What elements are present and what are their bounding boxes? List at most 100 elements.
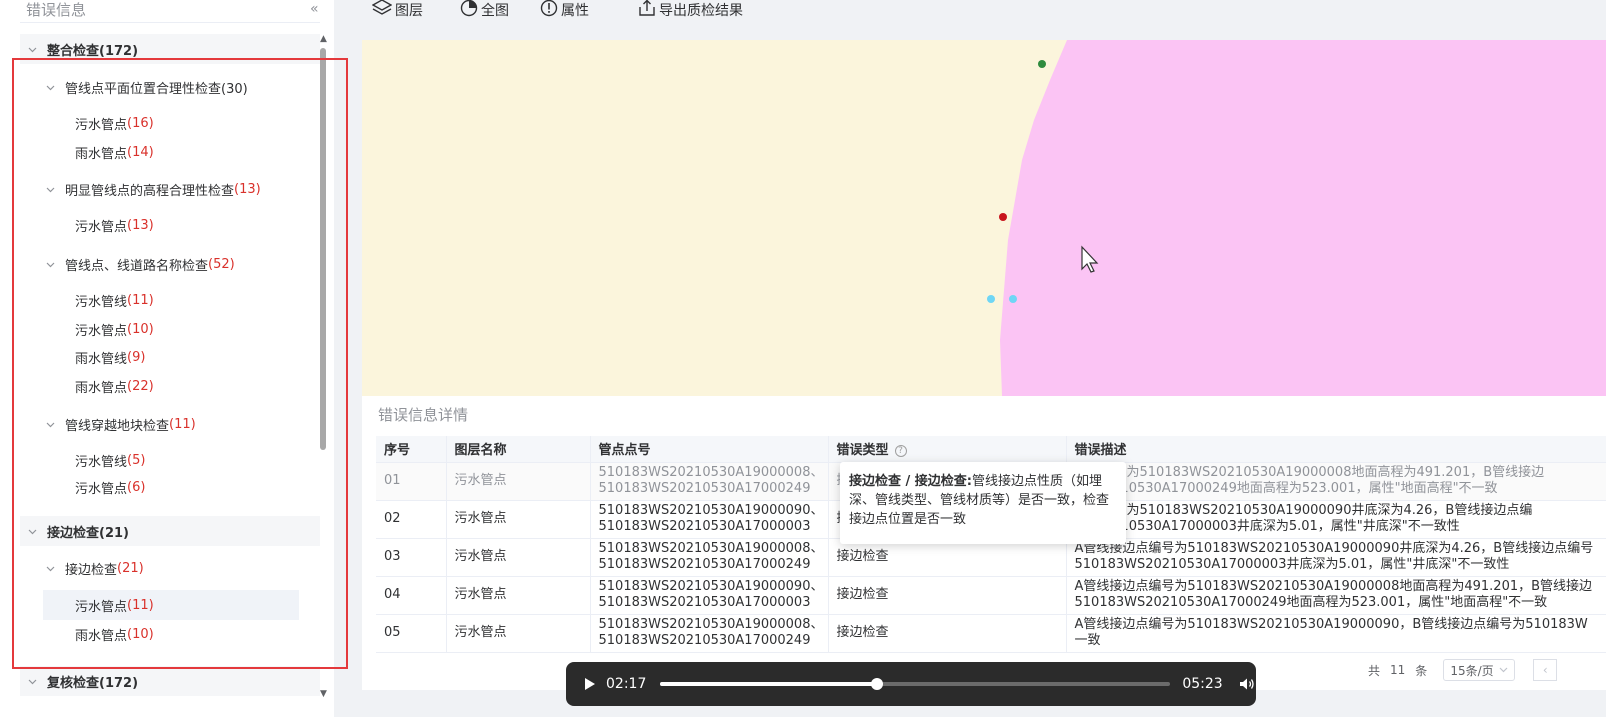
cell-layer: 污水管点 bbox=[446, 538, 591, 577]
map-point-green[interactable] bbox=[1038, 60, 1046, 68]
point-id-line: 510183WS20210530A19000090、 bbox=[598, 579, 824, 594]
tree-leaf-sewage-line[interactable]: 污水管线 (5) bbox=[20, 445, 320, 475]
cell-description: 边点编号为510183WS20210530A19000008地面高程为491.2… bbox=[1066, 462, 1606, 501]
tree-node-edge-check[interactable]: 接边检查 (21) bbox=[20, 553, 320, 583]
chevron-down-icon bbox=[28, 527, 37, 536]
cell-error-type: 接边检查 bbox=[828, 614, 1067, 653]
progress-bar[interactable] bbox=[660, 678, 1171, 690]
cell-error-type: 接边检查 bbox=[828, 576, 1067, 615]
tree-leaf-sewage-point-selected[interactable]: 污水管点 (11) bbox=[43, 590, 299, 620]
total-count: 11 bbox=[1390, 663, 1406, 677]
scroll-down-arrow-icon[interactable]: ▼ bbox=[320, 689, 327, 699]
cell-point-id: 510183WS20210530A19000008、 510183WS202105… bbox=[590, 538, 829, 577]
point-id-line: 510183WS20210530A17000003 bbox=[598, 595, 811, 610]
tree-leaf-label: 雨水管点 bbox=[75, 146, 128, 162]
map-point-cyan[interactable] bbox=[1009, 295, 1017, 303]
layers-icon bbox=[371, 0, 395, 21]
tree-leaf-rain-point[interactable]: 雨水管点 (10) bbox=[20, 619, 320, 649]
error-type-tooltip: 接边检查 / 接边检查:管线接边点性质（如埋深、管线类型、管线材质等）是否一致，… bbox=[840, 462, 1126, 544]
col-header-layer: 图层名称 bbox=[446, 436, 591, 463]
chevron-down-icon bbox=[46, 185, 55, 194]
prev-page-button[interactable]: ‹ bbox=[1533, 659, 1558, 681]
scrollbar-thumb[interactable] bbox=[320, 48, 326, 450]
tree-leaf-sewage-point[interactable]: 污水管点 (6) bbox=[20, 472, 320, 502]
description-line: 510183WS20210530A17000003井底深为5.01，属性"井底深… bbox=[1074, 557, 1510, 572]
cell-layer: 污水管点 bbox=[446, 462, 591, 501]
point-id-line: 510183WS20210530A19000008、 bbox=[598, 465, 824, 480]
col-header-label: 错误类型 bbox=[836, 443, 889, 459]
cell-index: 05 bbox=[376, 614, 447, 653]
full-extent-label: 全图 bbox=[481, 3, 509, 19]
cell-description: 边点编号为510183WS20210530A19000090井底深为4.26，B… bbox=[1066, 500, 1606, 539]
map-view[interactable] bbox=[362, 40, 1606, 396]
error-count: (13) bbox=[127, 217, 154, 233]
tree-leaf-label: 污水管点 bbox=[75, 599, 128, 615]
map-point-cyan[interactable] bbox=[987, 295, 995, 303]
cell-description: A管线接边点编号为510183WS20210530A19000008地面高程为4… bbox=[1066, 576, 1606, 615]
description-line: 边点编号为510183WS20210530A19000090井底深为4.26，B… bbox=[1074, 503, 1533, 518]
export-results-button[interactable]: 导出质检结果 bbox=[638, 0, 743, 20]
error-count: (9) bbox=[127, 349, 146, 365]
panel-title: 错误信息 bbox=[26, 1, 87, 19]
table-row[interactable]: 04 污水管点 510183WS20210530A19000090、 510183… bbox=[376, 576, 1606, 615]
chevron-down-icon bbox=[28, 677, 37, 686]
volume-button[interactable] bbox=[1239, 677, 1255, 691]
chevron-left-icon: ‹ bbox=[1542, 663, 1548, 677]
progress-knob[interactable] bbox=[870, 678, 883, 690]
tree-leaf-rain-point[interactable]: 雨水管点 (22) bbox=[20, 371, 320, 401]
tree-leaf-sewage-point[interactable]: 污水管点 (16) bbox=[20, 108, 320, 138]
map-canvas[interactable] bbox=[362, 40, 1606, 396]
cell-description: A管线接边点编号为510183WS20210530A19000090井底深为4.… bbox=[1066, 538, 1606, 577]
point-id-line: 510183WS20210530A19000008、 bbox=[598, 541, 824, 556]
tree-leaf-label: 污水管线 bbox=[75, 454, 128, 470]
tree-node-label: 接边检查 bbox=[65, 562, 118, 578]
detail-title: 错误信息详情 bbox=[378, 406, 469, 424]
error-count: (16) bbox=[127, 115, 154, 131]
layers-button[interactable]: 图层 bbox=[371, 0, 423, 21]
progress-fill bbox=[660, 682, 877, 686]
map-point-red[interactable] bbox=[999, 213, 1007, 221]
play-icon bbox=[585, 678, 595, 690]
play-button[interactable] bbox=[584, 676, 600, 692]
tree-node-elevation-check[interactable]: 明显管线点的高程合理性检查 (13) bbox=[20, 174, 320, 204]
description-line: 一致 bbox=[1074, 633, 1101, 648]
attributes-button[interactable]: 属性 bbox=[540, 0, 589, 20]
tree-leaf-label: 污水管点 bbox=[75, 481, 128, 497]
tree-group-review-check[interactable]: 复核检查(172) bbox=[20, 666, 320, 696]
cell-point-id: 510183WS20210530A19000090、 510183WS202105… bbox=[590, 500, 829, 539]
tooltip-title: 接边检查 / 接边检查: bbox=[849, 474, 972, 489]
tree-node-label: 接边检查(21) bbox=[47, 525, 129, 541]
tree-leaf-sewage-point[interactable]: 污水管点 (10) bbox=[20, 314, 320, 344]
tree-node-road-name-check[interactable]: 管线点、线道路名称检查 (52) bbox=[20, 249, 320, 279]
tree-leaf-sewage-point[interactable]: 污水管点 (13) bbox=[20, 210, 320, 240]
cell-layer: 污水管点 bbox=[446, 614, 591, 653]
col-header-error-type[interactable]: 错误类型? bbox=[828, 436, 1067, 463]
tree-node-position-check[interactable]: 管线点平面位置合理性检查(30) bbox=[20, 72, 320, 102]
tree-leaf-label: 雨水管线 bbox=[75, 351, 128, 367]
error-count: (52) bbox=[208, 256, 235, 272]
tree-leaf-rain-line[interactable]: 雨水管线 (9) bbox=[20, 342, 320, 372]
full-extent-button[interactable]: 全图 bbox=[460, 0, 509, 20]
total-prefix: 共 bbox=[1368, 663, 1381, 678]
help-icon[interactable]: ? bbox=[894, 445, 907, 458]
tree-leaf-sewage-line[interactable]: 污水管线 (11) bbox=[20, 285, 320, 315]
chevron-down-icon bbox=[46, 420, 55, 429]
collapse-panel-icon[interactable]: « bbox=[310, 0, 319, 18]
col-header-point-id: 管点点号 bbox=[590, 436, 829, 463]
table-row[interactable]: 05 污水管点 510183WS20210530A19000008、 510183… bbox=[376, 614, 1606, 653]
tree-leaf-rain-point[interactable]: 雨水管点 (14) bbox=[20, 137, 320, 167]
export-label: 导出质检结果 bbox=[659, 3, 743, 19]
tree-group-integration-check[interactable]: 整合检查(172) bbox=[20, 34, 320, 64]
description-line: A管线接边点编号为510183WS20210530A19000008地面高程为4… bbox=[1074, 579, 1593, 594]
point-id-line: 510183WS20210530A17000003 bbox=[598, 519, 811, 534]
tree-node-parcel-crossing-check[interactable]: 管线穿越地块检查 (11) bbox=[20, 409, 320, 439]
tree-node-label: 明显管线点的高程合理性检查 bbox=[65, 183, 235, 199]
tree-group-edge-check[interactable]: 接边检查(21) bbox=[20, 516, 320, 546]
scroll-up-arrow-icon[interactable]: ▲ bbox=[320, 34, 327, 44]
cell-point-id: 510183WS20210530A19000008、 510183WS202105… bbox=[590, 614, 829, 653]
col-header-description: 错误描述 bbox=[1066, 436, 1606, 463]
page-size-select[interactable]: 15条/页 bbox=[1443, 659, 1516, 681]
info-icon bbox=[540, 0, 561, 21]
col-header-index: 序号 bbox=[376, 436, 447, 463]
cell-description: A管线接边点编号为510183WS20210530A19000090，B管线接边… bbox=[1066, 614, 1606, 653]
